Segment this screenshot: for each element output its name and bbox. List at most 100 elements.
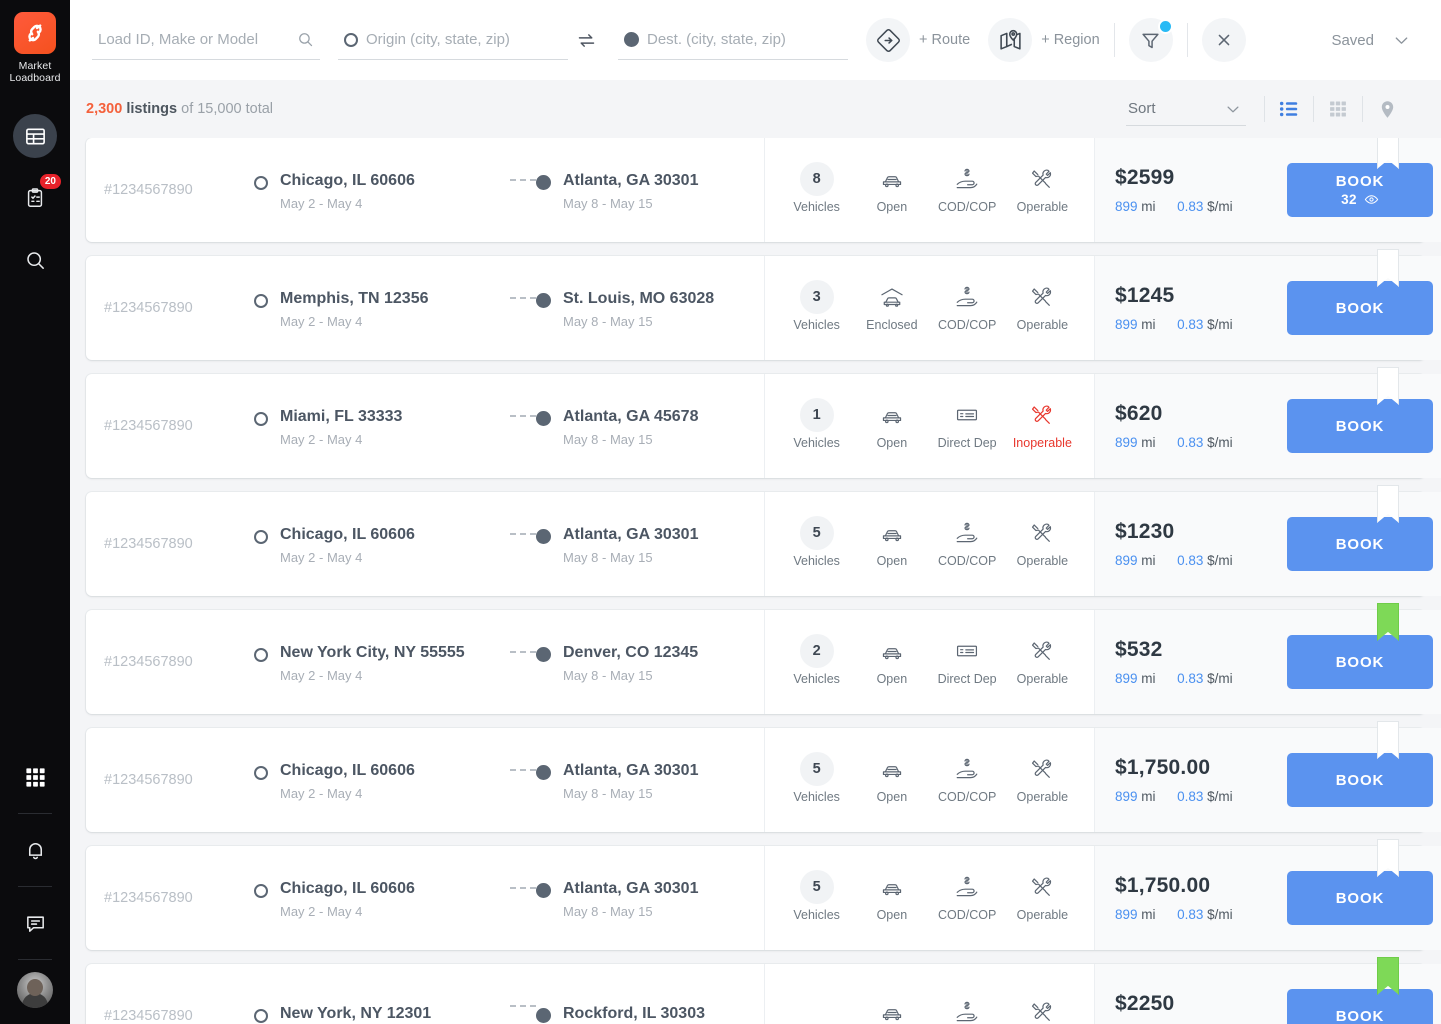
listing-price-block: $2250	[1115, 992, 1287, 1024]
origin-marker-icon	[254, 647, 268, 662]
listing-rate-line: 899 mi 0.83 $/mi	[1115, 317, 1287, 332]
listing-load-id: #1234567890	[104, 536, 193, 552]
listing-card-8[interactable]: #1234567890 New York, NY 12301 Rockford,…	[86, 957, 1441, 1024]
book-button[interactable]: BOOK 32	[1287, 163, 1433, 217]
listing-route-column: #1234567890 Chicago, IL 60606 May 2 - Ma…	[86, 138, 765, 242]
listing-origin-dates: May 2 - May 4	[280, 667, 363, 683]
route-dash-line	[510, 297, 536, 299]
listing-card-6[interactable]: #1234567890 Chicago, IL 60606 May 2 - Ma…	[86, 721, 1441, 832]
sort-dropdown[interactable]: Sort	[1126, 92, 1246, 126]
listing-miles-unit: mi	[1141, 907, 1156, 922]
clear-filters-button[interactable]	[1201, 18, 1246, 62]
attr-payment	[930, 999, 1004, 1024]
list-view-icon[interactable]	[1265, 98, 1313, 120]
listing-card-5[interactable]: #1234567890 New York City, NY 55555 May …	[86, 603, 1441, 714]
listing-card-3[interactable]: #1234567890 Miami, FL 33333 May 2 - May …	[86, 367, 1441, 478]
listing-trailer-type: Open	[876, 554, 908, 568]
listings-list[interactable]: #1234567890 Chicago, IL 60606 May 2 - Ma…	[70, 138, 1441, 1024]
keyword-search-field[interactable]: Load ID, Make or Model	[92, 20, 320, 60]
attr-payment: Direct Dep	[930, 402, 1004, 450]
listing-destination: Atlanta, GA 30301 May 8 - May 15	[536, 878, 764, 919]
listing-attributes-column: 5 Vehicles Open COD/COP Operable	[765, 492, 1095, 596]
sidebar-divider-2	[18, 886, 52, 887]
listing-origin-dates: May 2 - May 4	[280, 903, 363, 919]
listing-payment-type: Direct Dep	[937, 672, 997, 686]
listing-dest-city: St. Louis, MO 63028	[563, 289, 715, 307]
map-pin-icon[interactable]	[1363, 99, 1411, 120]
destination-marker-icon	[536, 1008, 551, 1023]
listing-card-1[interactable]: #1234567890 Chicago, IL 60606 May 2 - Ma…	[86, 138, 1441, 242]
sidebar-item-messages[interactable]	[13, 901, 57, 945]
listing-origin-dates: May 2 - May 4	[280, 195, 363, 211]
car-open-icon	[879, 874, 905, 900]
listing-destination: Atlanta, GA 45678 May 8 - May 15	[536, 406, 764, 447]
sidebar-item-notifications[interactable]	[13, 828, 57, 872]
grid-view-icon[interactable]	[1314, 99, 1362, 119]
attr-vehicles: 3 Vehicles	[780, 280, 854, 332]
vehicle-count-badge: 5	[799, 870, 834, 904]
listing-condition: Operable	[1016, 908, 1069, 922]
listing-payment-type: Direct Dep	[937, 436, 997, 450]
route-sign-icon	[866, 18, 910, 62]
attr-condition: Operable	[1005, 756, 1079, 804]
listing-price-block: $1245 899 mi 0.83 $/mi	[1115, 284, 1287, 332]
listing-card-4[interactable]: #1234567890 Chicago, IL 60606 May 2 - Ma…	[86, 485, 1441, 596]
attr-vehicles	[780, 999, 854, 1024]
book-button[interactable]: BOOK	[1287, 753, 1433, 807]
listing-vehicle-count: 8	[799, 162, 834, 196]
avatar[interactable]	[17, 972, 53, 1008]
book-button[interactable]: BOOK	[1287, 635, 1433, 689]
listing-dest-dates: May 8 - May 15	[563, 431, 653, 447]
sidebar-item-apps[interactable]	[13, 755, 57, 799]
saved-searches-dropdown[interactable]: Saved	[1331, 31, 1419, 50]
listing-price: $1245	[1115, 284, 1175, 307]
book-button[interactable]: BOOK	[1287, 399, 1433, 453]
listing-origin-city: Chicago, IL 60606	[280, 761, 415, 779]
car-enclosed-icon	[879, 284, 905, 310]
origin-marker-icon	[254, 175, 268, 190]
listing-dest-city: Rockford, IL 30303	[563, 1005, 705, 1022]
listing-price: $2250	[1115, 992, 1175, 1015]
listing-count-number: 2,300	[86, 101, 123, 117]
book-button[interactable]: BOOK	[1287, 989, 1433, 1024]
listing-price-block: $1,750.00 899 mi 0.83 $/mi	[1115, 756, 1287, 804]
add-region-button[interactable]: + Region	[988, 18, 1100, 62]
listing-route-column: #1234567890 New York City, NY 55555 May …	[86, 610, 765, 714]
listing-condition: Inoperable	[1012, 436, 1072, 450]
vehicles-label: Vehicles	[793, 318, 840, 332]
chevron-down-icon	[1392, 31, 1411, 50]
route-dash-line	[510, 533, 536, 535]
book-button[interactable]: BOOK	[1287, 281, 1433, 335]
chevron-down-icon	[1224, 100, 1242, 118]
listing-card-2[interactable]: #1234567890 Memphis, TN 12356 May 2 - Ma…	[86, 249, 1441, 360]
book-label: BOOK	[1335, 173, 1385, 190]
listing-price-block: $532 899 mi 0.83 $/mi	[1115, 638, 1287, 686]
listing-trailer-type: Enclosed	[866, 318, 918, 332]
brand-logo[interactable]: Market Loadboard	[9, 12, 60, 84]
destination-field[interactable]: Dest. (city, state, zip)	[618, 20, 848, 60]
vehicles-label: Vehicles	[793, 672, 840, 686]
vehicle-count-badge: 5	[799, 752, 834, 786]
listing-attributes-column: 1 Vehicles Open Direct Dep Inoperable	[765, 374, 1095, 478]
listing-card-7[interactable]: #1234567890 Chicago, IL 60606 May 2 - Ma…	[86, 839, 1441, 950]
results-bar: 2,300 listings of 15,000 total Sort	[70, 80, 1441, 138]
sidebar-item-search[interactable]	[13, 238, 57, 282]
add-route-button[interactable]: + Route	[866, 18, 970, 62]
listing-dest-dates: May 8 - May 15	[563, 195, 653, 211]
book-button[interactable]: BOOK	[1287, 517, 1433, 571]
cash-hand-icon	[954, 756, 980, 782]
listing-route-column: #1234567890 Chicago, IL 60606 May 2 - Ma…	[86, 492, 765, 596]
sidebar-item-loadboard[interactable]	[13, 114, 57, 158]
listing-load-id: #1234567890	[104, 654, 193, 670]
listing-condition: Operable	[1016, 790, 1069, 804]
listing-origin-city: Memphis, TN 12356	[280, 289, 429, 307]
listing-rate: 0.83	[1177, 199, 1204, 214]
swap-origin-dest-button[interactable]	[568, 30, 604, 51]
book-button[interactable]: BOOK	[1287, 871, 1433, 925]
sidebar-item-my-loads[interactable]: 20	[13, 174, 61, 220]
listing-price-block: $620 899 mi 0.83 $/mi	[1115, 402, 1287, 450]
filter-button[interactable]	[1128, 18, 1173, 62]
listing-total-text: of 15,000 total	[181, 101, 274, 117]
listing-condition: Operable	[1016, 318, 1069, 332]
origin-field[interactable]: Origin (city, state, zip)	[338, 20, 568, 60]
